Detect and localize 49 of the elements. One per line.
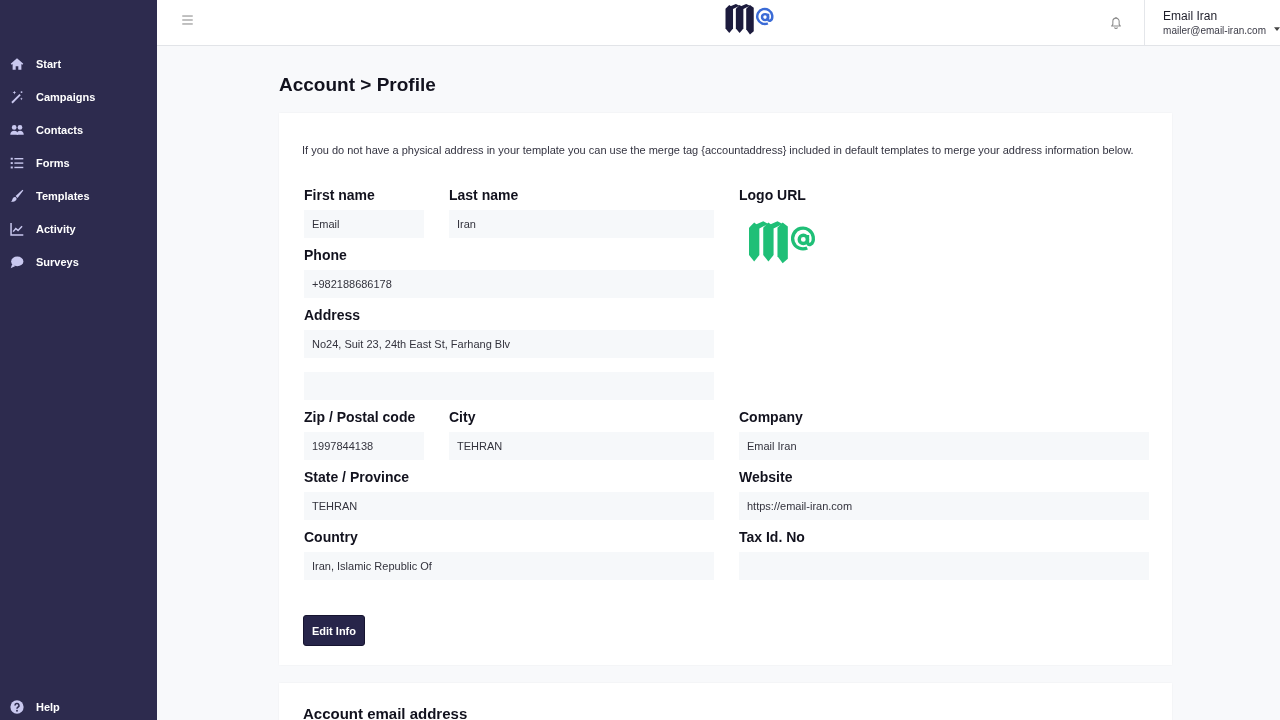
bell-icon[interactable] (1109, 15, 1124, 30)
sidebar-item[interactable]: Help (0, 694, 157, 720)
line-chart-icon (10, 221, 24, 236)
edit-info-button[interactable]: Edit Info (303, 615, 365, 646)
sidebar-item[interactable]: Surveys (0, 245, 157, 278)
field-label: State / Province (304, 468, 410, 486)
caret-icon[interactable] (1274, 26, 1280, 31)
input-field[interactable]: Iran (449, 210, 714, 238)
field-label: Zip / Postal code (304, 408, 416, 426)
field-label: Address (304, 306, 361, 324)
field-label: Website (739, 468, 793, 486)
page-title: Account > Profile (279, 74, 436, 96)
speech-bubble-icon (10, 254, 24, 269)
input-field[interactable]: https://email-iran.com (739, 492, 1149, 520)
sidebar-item[interactable]: Templates (0, 179, 157, 212)
home-icon (10, 56, 24, 71)
input-field[interactable]: 1997844138 (304, 432, 424, 460)
menu-icon[interactable] (181, 13, 194, 26)
help-icon (10, 700, 24, 714)
users-icon (10, 122, 24, 137)
section-title: Account email address (303, 705, 468, 720)
user-email: mailer@email-iran.com (1163, 23, 1266, 37)
field-label: Last name (449, 186, 519, 204)
magic-wand-icon (10, 89, 24, 104)
input-field[interactable]: Email Iran (739, 432, 1149, 460)
field-label: City (449, 408, 476, 426)
sidebar-item[interactable]: Start (0, 47, 157, 80)
field-label: Tax Id. No (739, 528, 805, 546)
sidebar-item[interactable]: Forms (0, 146, 157, 179)
logo-image (747, 220, 817, 264)
field-label: Phone (304, 246, 347, 264)
sidebar-item[interactable]: Activity (0, 212, 157, 245)
field-label: Logo URL (739, 186, 806, 204)
input-field[interactable]: No24, Suit 23, 24th East St, Farhang Blv (304, 330, 714, 358)
input-field[interactable]: +982188686178 (304, 270, 714, 298)
sidebar-item[interactable]: Campaigns (0, 80, 157, 113)
input-field[interactable]: TEHRAN (304, 492, 714, 520)
info-text: If you do not have a physical address in your template you can use the merge tag {accountaddress} included in default templates to merge your address information below. (302, 144, 1135, 157)
list-icon (10, 155, 24, 170)
input-field[interactable]: Email (304, 210, 424, 238)
sidebar-item[interactable]: Contacts (0, 113, 157, 146)
input-field[interactable]: Iran, Islamic Republic Of (304, 552, 714, 580)
brush-icon (10, 188, 24, 203)
user-name[interactable]: Email Iran (1163, 8, 1266, 24)
field-label: First name (304, 186, 375, 204)
brand-logo (723, 2, 776, 35)
input-field[interactable]: TEHRAN (449, 432, 714, 460)
field-label: Country (304, 528, 358, 546)
field-label: Company (739, 408, 803, 426)
